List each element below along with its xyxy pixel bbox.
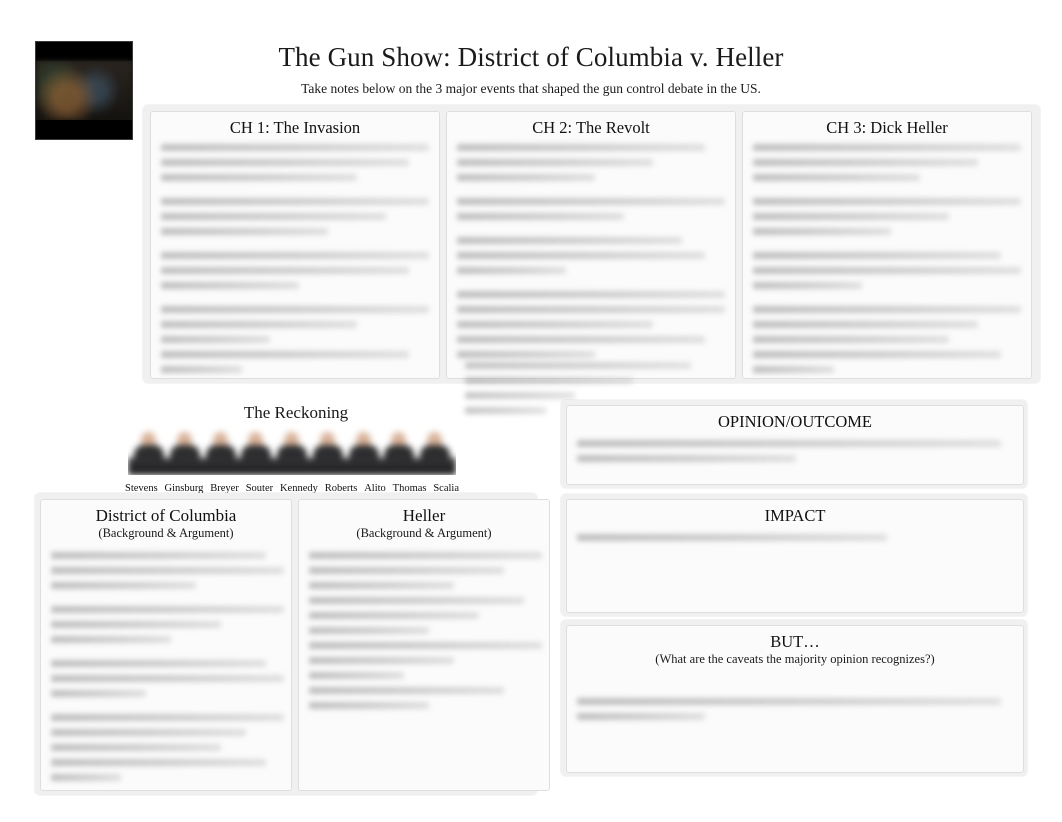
- district-of-columbia-subheading: (Background & Argument): [98, 526, 234, 540]
- chapter-2-heading: CH 2: The Revolt: [532, 118, 650, 137]
- heller-notes[interactable]: [299, 552, 549, 717]
- chapter-3-heading: CH 3: Dick Heller: [826, 118, 948, 137]
- district-of-columbia-card[interactable]: District of Columbia (Background & Argum…: [40, 499, 292, 791]
- parties-panel: District of Columbia (Background & Argum…: [35, 493, 550, 795]
- but-caveats-panel: BUT… (What are the caveats the majority …: [561, 620, 1027, 776]
- chapter-2-card[interactable]: CH 2: The Revolt: [446, 111, 736, 379]
- page-subtitle: Take notes below on the 3 major events t…: [301, 81, 761, 96]
- chapter-1-notes[interactable]: [151, 144, 439, 378]
- supreme-court-justices-photo: [128, 425, 456, 475]
- chapter-1-heading: CH 1: The Invasion: [229, 118, 361, 137]
- opinion-outcome-notes[interactable]: [567, 440, 1023, 470]
- but-notes[interactable]: [567, 698, 1023, 728]
- heller-card[interactable]: Heller (Background & Argument): [298, 499, 550, 791]
- worksheet-canvas: The Gun Show: District of Columbia v. He…: [0, 0, 1062, 822]
- opinion-outcome-panel: OPINION/OUTCOME: [561, 400, 1027, 488]
- district-of-columbia-notes[interactable]: [41, 552, 291, 789]
- but-heading: BUT…: [770, 632, 820, 651]
- district-of-columbia-heading: District of Columbia: [95, 506, 237, 525]
- but-subheading: (What are the caveats the majority opini…: [655, 652, 935, 666]
- chapters-panel: CH 1: The Invasion CH 2: The Revolt CH 3…: [143, 105, 1040, 383]
- opinion-outcome-heading: OPINION/OUTCOME: [718, 412, 872, 431]
- heller-heading: Heller: [402, 506, 446, 525]
- chapter-3-notes[interactable]: [743, 144, 1031, 378]
- impact-panel: IMPACT: [561, 494, 1027, 616]
- impact-card[interactable]: IMPACT: [566, 499, 1024, 613]
- impact-heading: IMPACT: [764, 506, 826, 525]
- heller-subheading: (Background & Argument): [356, 526, 492, 540]
- chapter-2-notes[interactable]: [447, 144, 735, 366]
- impact-notes[interactable]: [567, 534, 1023, 549]
- page-title: The Gun Show: District of Columbia v. He…: [278, 42, 784, 72]
- thumbnail-letterbox-bottom: [36, 120, 132, 139]
- opinion-outcome-card[interactable]: OPINION/OUTCOME: [566, 405, 1024, 485]
- but-caveats-card[interactable]: BUT… (What are the caveats the majority …: [566, 625, 1024, 773]
- chapter-1-card[interactable]: CH 1: The Invasion: [150, 111, 440, 379]
- reckoning-heading: The Reckoning: [243, 403, 349, 422]
- justices-row: [134, 431, 450, 465]
- chapter-3-card[interactable]: CH 3: Dick Heller: [742, 111, 1032, 379]
